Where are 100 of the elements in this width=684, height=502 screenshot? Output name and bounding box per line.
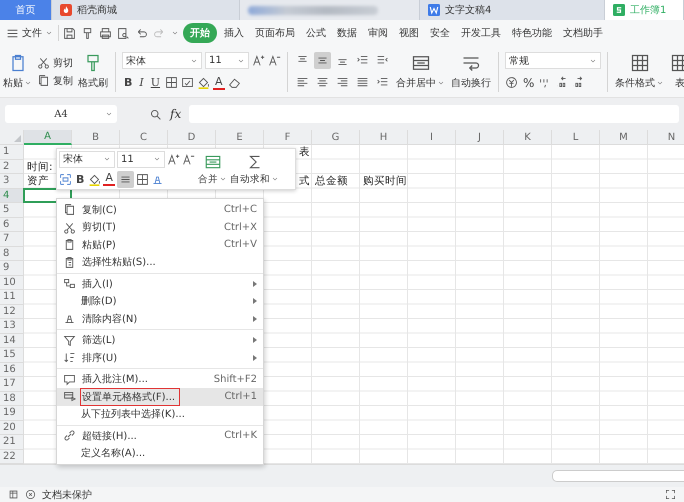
print-icon[interactable] <box>99 26 112 40</box>
row-header[interactable]: 16 <box>0 362 24 377</box>
row-header[interactable]: 18 <box>0 392 24 406</box>
column-header[interactable]: E <box>216 130 264 145</box>
percent-button[interactable]: % <box>521 76 536 90</box>
column-header[interactable]: B <box>72 130 120 145</box>
increase-font-icon[interactable] <box>252 54 265 67</box>
row-header[interactable]: 15 <box>0 348 24 362</box>
ribbon-tab[interactable]: 特色功能 <box>508 23 556 43</box>
menu-item[interactable]: 剪切(T) Ctrl+X <box>57 218 263 236</box>
currency-icon[interactable] <box>505 76 518 89</box>
bold-button[interactable]: B <box>122 76 134 89</box>
merge-center-button[interactable]: 合并居中 <box>395 51 446 92</box>
column-header[interactable]: H <box>360 130 408 145</box>
undo-icon[interactable] <box>135 26 148 40</box>
fill-color-icon[interactable] <box>88 172 102 186</box>
row-header[interactable]: 19 <box>0 406 24 420</box>
underline-button[interactable]: U <box>148 76 162 89</box>
name-box[interactable]: A4 <box>5 105 117 123</box>
row-header[interactable]: 14 <box>0 334 24 348</box>
column-header[interactable]: C <box>120 130 168 145</box>
row-header[interactable]: 2 <box>0 160 24 174</box>
conditional-format-button[interactable]: 条件格式 <box>614 51 665 92</box>
row-header[interactable]: 11 <box>0 290 24 304</box>
row-header[interactable]: 5 <box>0 203 24 218</box>
ribbon-tab[interactable]: 安全 <box>426 23 454 43</box>
row-header[interactable]: 20 <box>0 420 24 435</box>
menu-item[interactable]: 粘贴(P) Ctrl+V <box>57 236 263 254</box>
row-header[interactable]: 8 <box>0 246 24 261</box>
align-center-icon[interactable] <box>116 170 134 188</box>
save-icon[interactable] <box>63 26 76 40</box>
column-header[interactable]: D <box>168 130 216 145</box>
menu-item[interactable]: 筛选(L) <box>57 332 263 349</box>
border-icon[interactable] <box>136 172 149 186</box>
ribbon-tab[interactable]: 视图 <box>395 23 423 43</box>
row-header[interactable]: 1 <box>0 145 24 160</box>
menu-item[interactable]: 设置单元格格式(F)... Ctrl+1 <box>57 388 263 406</box>
font-dropdown[interactable]: 宋体 <box>59 150 115 168</box>
column-header[interactable]: F <box>264 130 312 145</box>
align-icon[interactable] <box>314 52 331 69</box>
ribbon-tab[interactable]: 公式 <box>302 23 330 43</box>
menu-item[interactable]: 清除内容(N) <box>57 310 263 328</box>
menu-item[interactable]: 插入批注(M)... Shift+F2 <box>57 370 263 388</box>
column-header[interactable]: L <box>552 130 600 145</box>
increase-font-icon[interactable] <box>167 152 180 166</box>
font-dropdown[interactable]: 宋体 <box>122 52 202 69</box>
row-header[interactable]: 6 <box>0 218 24 232</box>
row-header[interactable]: 17 <box>0 377 24 392</box>
menu-item[interactable]: 从下拉列表中选择(K)... <box>57 406 263 423</box>
menu-item[interactable]: 排序(U) <box>57 349 263 366</box>
font-size-dropdown[interactable]: 11 <box>205 52 249 69</box>
menu-item[interactable]: 定义名称(A)... <box>57 444 263 462</box>
zoom-icon[interactable] <box>149 108 162 120</box>
ribbon-tab[interactable]: 插入 <box>220 23 248 43</box>
column-header[interactable]: N <box>648 130 684 145</box>
row-header[interactable]: 9 <box>0 261 24 276</box>
row-header[interactable]: 7 <box>0 232 24 246</box>
row-header[interactable]: 12 <box>0 304 24 319</box>
menu-item[interactable]: 插入(I) <box>57 275 263 292</box>
ribbon-tab[interactable]: 审阅 <box>364 23 392 43</box>
column-header[interactable]: J <box>456 130 504 145</box>
ribbon-tab[interactable]: 数据 <box>333 23 361 43</box>
font-size-dropdown[interactable]: 11 <box>117 150 165 168</box>
number-format-dropdown[interactable]: 常规 <box>505 52 601 69</box>
ribbon-tab[interactable]: 页面布局 <box>251 23 299 43</box>
cell-style-icon[interactable] <box>181 76 194 89</box>
paste-button[interactable]: 粘贴 <box>2 51 33 92</box>
border-icon[interactable] <box>165 76 178 89</box>
ribbon-tab[interactable]: 文档助手 <box>559 23 607 43</box>
row-header[interactable]: 22 <box>0 450 24 464</box>
fullscreen-icon[interactable] <box>665 489 676 500</box>
row-header[interactable]: 21 <box>0 435 24 450</box>
font-color-button[interactable]: A <box>213 76 225 90</box>
document-tab[interactable]: 首页 <box>0 0 52 20</box>
row-header[interactable]: 3 <box>0 174 24 188</box>
menu-item[interactable]: 删除(D) <box>57 292 263 310</box>
cut-button[interactable]: 剪切 <box>37 56 73 70</box>
horizontal-scrollbar[interactable] <box>552 470 684 482</box>
italic-button[interactable]: I <box>137 76 146 89</box>
font-color-button[interactable]: A <box>103 172 115 186</box>
preview-icon[interactable] <box>117 26 130 40</box>
menu-item[interactable]: 选择性粘贴(S)... <box>57 254 263 271</box>
fill-color-icon[interactable] <box>197 76 210 89</box>
file-menu[interactable]: 文件 <box>4 26 55 40</box>
copy-button[interactable]: 复制 <box>37 74 73 88</box>
function-label[interactable]: fx <box>170 107 182 121</box>
sheet-icon[interactable] <box>8 489 19 500</box>
menu-item[interactable]: 超链接(H)... Ctrl+K <box>57 427 263 444</box>
column-header[interactable]: G <box>312 130 360 145</box>
bold-button[interactable]: B <box>74 172 86 186</box>
row-header[interactable]: 10 <box>0 276 24 290</box>
decrease-font-icon[interactable] <box>268 54 281 67</box>
ribbon-tab[interactable]: 开发工具 <box>457 23 505 43</box>
wrap-text-button[interactable]: 自动换行 <box>450 51 492 92</box>
row-header[interactable]: 13 <box>0 319 24 334</box>
decrease-font-icon[interactable] <box>182 152 195 166</box>
caret-icon[interactable] <box>171 29 179 37</box>
column-header[interactable]: I <box>408 130 456 145</box>
column-header[interactable]: M <box>600 130 648 145</box>
format-painter-button[interactable]: 格式刷 <box>77 51 109 92</box>
